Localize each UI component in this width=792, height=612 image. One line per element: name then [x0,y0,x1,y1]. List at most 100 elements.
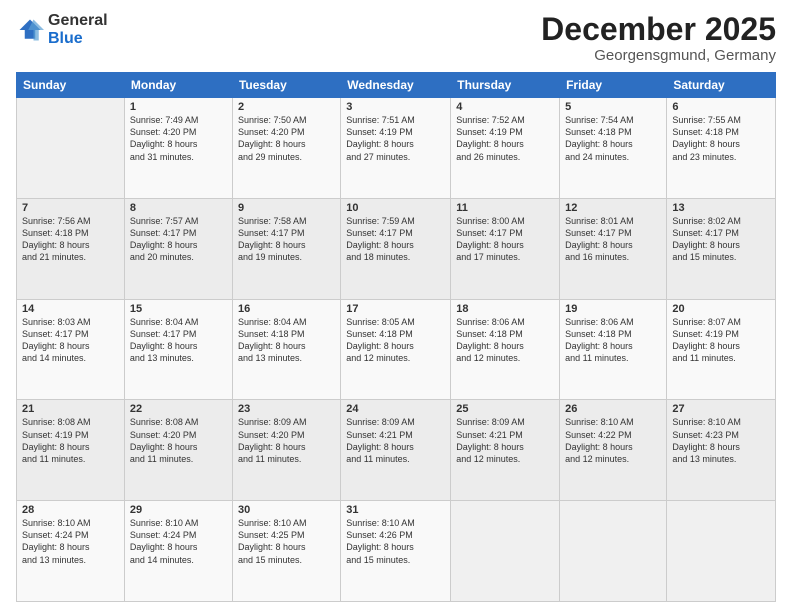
logo-text: General Blue [48,12,108,47]
day-info: Sunrise: 7:49 AM Sunset: 4:20 PM Dayligh… [130,114,227,163]
day-info: Sunrise: 7:59 AM Sunset: 4:17 PM Dayligh… [346,215,445,264]
day-info: Sunrise: 8:05 AM Sunset: 4:18 PM Dayligh… [346,316,445,365]
day-info: Sunrise: 8:08 AM Sunset: 4:19 PM Dayligh… [22,416,119,465]
logo: General Blue [16,12,108,47]
calendar-week-0: 1Sunrise: 7:49 AM Sunset: 4:20 PM Daylig… [17,98,776,199]
day-info: Sunrise: 7:50 AM Sunset: 4:20 PM Dayligh… [238,114,335,163]
day-number: 11 [456,202,554,214]
day-info: Sunrise: 8:10 AM Sunset: 4:23 PM Dayligh… [672,416,770,465]
calendar-cell: 31Sunrise: 8:10 AM Sunset: 4:26 PM Dayli… [341,501,451,602]
col-saturday: Saturday [667,73,776,98]
day-info: Sunrise: 8:10 AM Sunset: 4:24 PM Dayligh… [22,517,119,566]
day-info: Sunrise: 8:07 AM Sunset: 4:19 PM Dayligh… [672,316,770,365]
calendar-cell: 15Sunrise: 8:04 AM Sunset: 4:17 PM Dayli… [124,299,232,400]
day-info: Sunrise: 8:10 AM Sunset: 4:22 PM Dayligh… [565,416,661,465]
calendar-week-3: 21Sunrise: 8:08 AM Sunset: 4:19 PM Dayli… [17,400,776,501]
day-number: 1 [130,101,227,113]
calendar-cell: 10Sunrise: 7:59 AM Sunset: 4:17 PM Dayli… [341,198,451,299]
calendar-cell [451,501,560,602]
day-number: 8 [130,202,227,214]
calendar-cell: 2Sunrise: 7:50 AM Sunset: 4:20 PM Daylig… [232,98,340,199]
header: General Blue December 2025 Georgensgmund… [16,12,776,64]
day-info: Sunrise: 7:54 AM Sunset: 4:18 PM Dayligh… [565,114,661,163]
calendar-week-1: 7Sunrise: 7:56 AM Sunset: 4:18 PM Daylig… [17,198,776,299]
calendar-cell [667,501,776,602]
day-number: 24 [346,403,445,415]
calendar-cell: 4Sunrise: 7:52 AM Sunset: 4:19 PM Daylig… [451,98,560,199]
day-number: 29 [130,504,227,516]
day-number: 12 [565,202,661,214]
day-info: Sunrise: 8:10 AM Sunset: 4:26 PM Dayligh… [346,517,445,566]
day-number: 26 [565,403,661,415]
logo-blue: Blue [48,30,83,47]
day-number: 10 [346,202,445,214]
day-info: Sunrise: 8:00 AM Sunset: 4:17 PM Dayligh… [456,215,554,264]
day-number: 22 [130,403,227,415]
day-number: 6 [672,101,770,113]
day-number: 28 [22,504,119,516]
day-number: 27 [672,403,770,415]
calendar-cell: 5Sunrise: 7:54 AM Sunset: 4:18 PM Daylig… [560,98,667,199]
day-number: 15 [130,303,227,315]
day-info: Sunrise: 8:04 AM Sunset: 4:18 PM Dayligh… [238,316,335,365]
calendar-cell: 1Sunrise: 7:49 AM Sunset: 4:20 PM Daylig… [124,98,232,199]
calendar-cell: 18Sunrise: 8:06 AM Sunset: 4:18 PM Dayli… [451,299,560,400]
day-number: 23 [238,403,335,415]
col-tuesday: Tuesday [232,73,340,98]
calendar-cell: 26Sunrise: 8:10 AM Sunset: 4:22 PM Dayli… [560,400,667,501]
calendar-cell: 17Sunrise: 8:05 AM Sunset: 4:18 PM Dayli… [341,299,451,400]
day-number: 20 [672,303,770,315]
header-row: Sunday Monday Tuesday Wednesday Thursday… [17,73,776,98]
day-number: 18 [456,303,554,315]
calendar-cell: 11Sunrise: 8:00 AM Sunset: 4:17 PM Dayli… [451,198,560,299]
calendar-cell [560,501,667,602]
day-info: Sunrise: 8:04 AM Sunset: 4:17 PM Dayligh… [130,316,227,365]
calendar-body: 1Sunrise: 7:49 AM Sunset: 4:20 PM Daylig… [17,98,776,602]
col-sunday: Sunday [17,73,125,98]
calendar-cell [17,98,125,199]
location-subtitle: Georgensgmund, Germany [541,47,776,64]
calendar-header: Sunday Monday Tuesday Wednesday Thursday… [17,73,776,98]
col-friday: Friday [560,73,667,98]
calendar-cell: 3Sunrise: 7:51 AM Sunset: 4:19 PM Daylig… [341,98,451,199]
day-number: 2 [238,101,335,113]
day-number: 13 [672,202,770,214]
calendar-cell: 24Sunrise: 8:09 AM Sunset: 4:21 PM Dayli… [341,400,451,501]
calendar-cell: 9Sunrise: 7:58 AM Sunset: 4:17 PM Daylig… [232,198,340,299]
day-info: Sunrise: 7:52 AM Sunset: 4:19 PM Dayligh… [456,114,554,163]
day-info: Sunrise: 8:06 AM Sunset: 4:18 PM Dayligh… [565,316,661,365]
col-thursday: Thursday [451,73,560,98]
day-info: Sunrise: 8:10 AM Sunset: 4:24 PM Dayligh… [130,517,227,566]
day-info: Sunrise: 7:56 AM Sunset: 4:18 PM Dayligh… [22,215,119,264]
col-monday: Monday [124,73,232,98]
calendar-week-4: 28Sunrise: 8:10 AM Sunset: 4:24 PM Dayli… [17,501,776,602]
calendar-cell: 29Sunrise: 8:10 AM Sunset: 4:24 PM Dayli… [124,501,232,602]
day-number: 31 [346,504,445,516]
day-number: 9 [238,202,335,214]
month-title: December 2025 [541,12,776,47]
calendar-cell: 22Sunrise: 8:08 AM Sunset: 4:20 PM Dayli… [124,400,232,501]
day-number: 3 [346,101,445,113]
calendar-week-2: 14Sunrise: 8:03 AM Sunset: 4:17 PM Dayli… [17,299,776,400]
day-number: 14 [22,303,119,315]
calendar-cell: 21Sunrise: 8:08 AM Sunset: 4:19 PM Dayli… [17,400,125,501]
day-info: Sunrise: 8:10 AM Sunset: 4:25 PM Dayligh… [238,517,335,566]
calendar-cell: 23Sunrise: 8:09 AM Sunset: 4:20 PM Dayli… [232,400,340,501]
day-info: Sunrise: 8:06 AM Sunset: 4:18 PM Dayligh… [456,316,554,365]
day-number: 17 [346,303,445,315]
day-info: Sunrise: 8:02 AM Sunset: 4:17 PM Dayligh… [672,215,770,264]
calendar-cell: 12Sunrise: 8:01 AM Sunset: 4:17 PM Dayli… [560,198,667,299]
day-number: 7 [22,202,119,214]
col-wednesday: Wednesday [341,73,451,98]
calendar-cell: 28Sunrise: 8:10 AM Sunset: 4:24 PM Dayli… [17,501,125,602]
day-info: Sunrise: 7:58 AM Sunset: 4:17 PM Dayligh… [238,215,335,264]
day-info: Sunrise: 7:57 AM Sunset: 4:17 PM Dayligh… [130,215,227,264]
calendar-cell: 7Sunrise: 7:56 AM Sunset: 4:18 PM Daylig… [17,198,125,299]
day-number: 30 [238,504,335,516]
day-info: Sunrise: 8:03 AM Sunset: 4:17 PM Dayligh… [22,316,119,365]
calendar-cell: 6Sunrise: 7:55 AM Sunset: 4:18 PM Daylig… [667,98,776,199]
calendar-cell: 8Sunrise: 7:57 AM Sunset: 4:17 PM Daylig… [124,198,232,299]
day-number: 4 [456,101,554,113]
calendar-cell: 16Sunrise: 8:04 AM Sunset: 4:18 PM Dayli… [232,299,340,400]
day-number: 25 [456,403,554,415]
